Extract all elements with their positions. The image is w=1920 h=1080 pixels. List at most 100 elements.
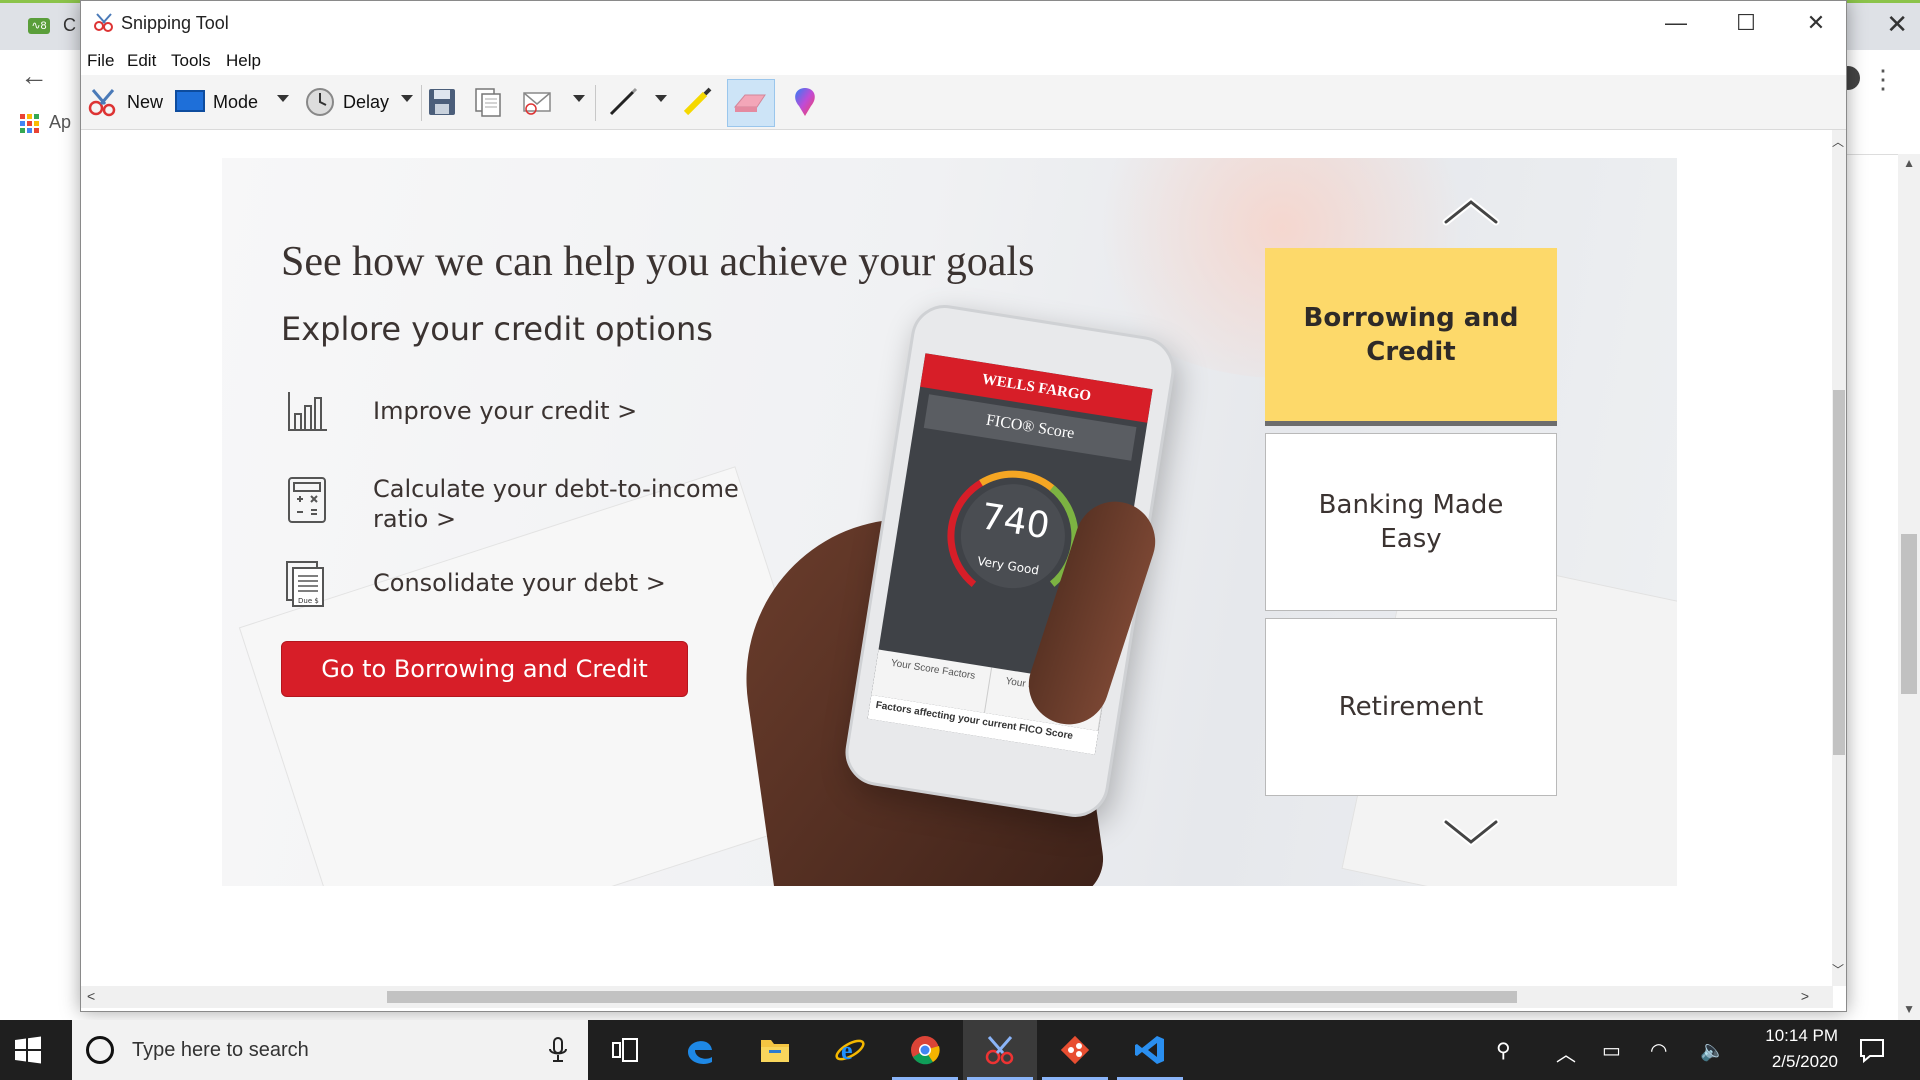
tab-favicon-icon: ∿8	[28, 18, 50, 35]
calculator-icon	[288, 477, 326, 523]
chrome-button[interactable]	[888, 1020, 962, 1080]
bill-document-icon: Due $	[286, 561, 324, 607]
scroll-up-icon[interactable]: ︿	[1832, 133, 1844, 150]
menu-file[interactable]: File	[87, 51, 114, 71]
clock-time[interactable]: 10:14 PM	[1750, 1026, 1838, 1046]
horizontal-scroll-thumb[interactable]	[387, 991, 1517, 1003]
send-dropdown-arrow-icon[interactable]	[573, 95, 585, 102]
battery-icon[interactable]: ▭	[1602, 1038, 1621, 1063]
clock-date[interactable]: 2/5/2020	[1750, 1052, 1838, 1072]
menu-tools[interactable]: Tools	[171, 51, 211, 71]
horizontal-scrollbar[interactable]: < >	[81, 986, 1833, 1008]
taskbar: Type here to search e ⚲ ︿ ▭ ◠ 🔈 10:14 PM…	[0, 1020, 1920, 1080]
chrome-icon	[911, 1036, 940, 1065]
search-placeholder[interactable]: Type here to search	[132, 1039, 309, 1062]
option-debt-to-income[interactable]: Calculate your debt-to-income ratio >	[281, 474, 773, 534]
vscode-button[interactable]	[1113, 1020, 1187, 1080]
microphone-icon[interactable]	[548, 1036, 568, 1064]
chrome-tab-title: C	[63, 15, 77, 35]
paint3d-icon	[795, 88, 815, 116]
taskbar-search-box[interactable]: Type here to search	[72, 1020, 588, 1080]
delay-button[interactable]: Delay	[305, 85, 389, 119]
task-view-button[interactable]	[588, 1020, 662, 1080]
side-tab-retirement[interactable]: Retirement	[1265, 618, 1557, 796]
snipping-tool-taskbar-button[interactable]	[963, 1020, 1037, 1080]
snipping-tool-window: Snipping Tool — ☐ ✕ File Edit Tools Help…	[80, 0, 1847, 1012]
option-label[interactable]: Calculate your debt-to-income ratio >	[373, 474, 773, 534]
new-snip-button[interactable]: New	[87, 85, 163, 119]
side-tab-banking-made-easy[interactable]: Banking Made Easy	[1265, 433, 1557, 611]
chrome-page-area	[0, 154, 80, 1020]
task-view-icon	[612, 1038, 638, 1062]
scroll-left-icon[interactable]: <	[87, 988, 95, 1004]
paint3d-button[interactable]	[791, 85, 827, 119]
go-to-borrowing-button[interactable]: Go to Borrowing and Credit	[281, 641, 688, 697]
save-icon	[429, 89, 455, 115]
bookmark-apps[interactable]: Ap	[20, 112, 71, 133]
pen-button[interactable]	[607, 85, 647, 119]
title-bar[interactable]: Snipping Tool — ☐ ✕	[81, 1, 1846, 45]
chrome-scroll-up-icon[interactable]: ▲	[1903, 156, 1915, 170]
git-icon	[1060, 1035, 1090, 1065]
highlighter-icon	[683, 87, 712, 116]
vertical-scroll-thumb[interactable]	[1833, 390, 1845, 755]
scroll-down-icon[interactable]: ﹀	[1832, 961, 1844, 978]
edge-icon	[688, 1041, 712, 1064]
windows-start-icon[interactable]	[14, 1036, 42, 1064]
option-label[interactable]: Consolidate your debt >	[373, 558, 666, 598]
new-label: New	[127, 91, 164, 112]
menu-bar: File Edit Tools Help	[81, 45, 1846, 75]
snip-canvas: See how we can help you achieve your goa…	[81, 130, 1833, 986]
edge-button[interactable]	[663, 1020, 737, 1080]
save-button[interactable]	[427, 85, 465, 119]
more-menu-icon[interactable]: ⋮	[1870, 64, 1896, 95]
internet-explorer-button[interactable]: e	[813, 1020, 887, 1080]
show-hidden-icons-chevron-icon[interactable]: ︿	[1556, 1038, 1576, 1067]
file-explorer-button[interactable]	[738, 1020, 812, 1080]
mode-dropdown-arrow-icon[interactable]	[277, 95, 289, 102]
chrome-scroll-thumb[interactable]	[1901, 534, 1917, 694]
send-snip-button[interactable]	[521, 85, 563, 119]
pen-icon	[609, 87, 638, 116]
scroll-right-icon[interactable]: >	[1801, 988, 1809, 1004]
delay-dropdown-arrow-icon[interactable]	[401, 95, 413, 102]
window-title: Snipping Tool	[121, 13, 229, 33]
chrome-tab[interactable]: ∿8 C	[28, 15, 76, 36]
mode-icon	[175, 90, 205, 112]
back-arrow-icon[interactable]: ←	[20, 60, 48, 92]
captured-web-banner: See how we can help you achieve your goa…	[222, 158, 1677, 886]
action-center-icon[interactable]	[1858, 1036, 1886, 1064]
toolbar: New Mode Delay	[81, 75, 1846, 130]
menu-help[interactable]: Help	[226, 51, 261, 71]
chrome-close-button[interactable]: ✕	[1886, 9, 1908, 40]
menu-edit[interactable]: Edit	[127, 51, 156, 71]
vertical-scrollbar[interactable]	[1832, 130, 1846, 986]
copy-button[interactable]	[473, 85, 511, 119]
highlighter-button[interactable]	[681, 85, 721, 119]
mode-button[interactable]: Mode	[175, 85, 258, 119]
chrome-scroll-down-icon[interactable]: ▼	[1903, 1002, 1915, 1016]
carousel-up-chevron-icon[interactable]	[1440, 196, 1502, 226]
vscode-icon	[1135, 1036, 1164, 1064]
snipping-tool-icon	[985, 1036, 1014, 1065]
close-button[interactable]: ✕	[1786, 7, 1846, 39]
delay-clock-icon	[306, 88, 334, 116]
eraser-button[interactable]	[733, 85, 775, 119]
network-icon[interactable]: ◠	[1650, 1038, 1667, 1063]
maximize-button[interactable]: ☐	[1716, 7, 1776, 39]
option-improve-credit[interactable]: Improve your credit >	[281, 386, 637, 438]
snipping-tool-app-icon	[94, 13, 113, 32]
option-label[interactable]: Improve your credit >	[373, 386, 637, 426]
file-explorer-icon	[761, 1040, 789, 1062]
volume-icon[interactable]: 🔈	[1700, 1038, 1725, 1063]
cortana-icon[interactable]	[86, 1036, 114, 1064]
chrome-vertical-scrollbar[interactable]	[1898, 154, 1920, 1020]
side-tab-borrowing-credit[interactable]: Borrowing and Credit	[1265, 248, 1557, 426]
people-icon[interactable]: ⚲	[1496, 1038, 1511, 1063]
option-consolidate-debt[interactable]: Due $ Consolidate your debt >	[281, 558, 666, 610]
carousel-down-chevron-icon[interactable]	[1440, 818, 1502, 848]
git-button[interactable]	[1038, 1020, 1112, 1080]
pen-dropdown-arrow-icon[interactable]	[655, 95, 667, 102]
mode-label: Mode	[213, 91, 259, 112]
minimize-button[interactable]: —	[1646, 7, 1706, 39]
